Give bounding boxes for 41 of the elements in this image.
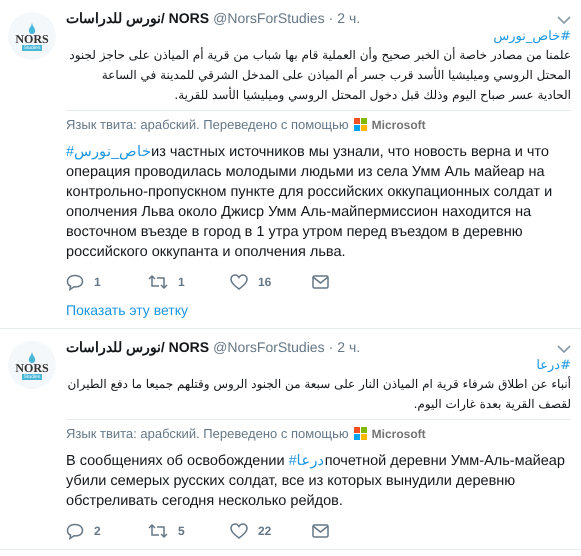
separator-dot: · [328, 10, 334, 26]
drop-icon [28, 22, 36, 34]
separator-dot: · [328, 339, 334, 355]
retweet-icon[interactable] [148, 523, 168, 539]
translator-name[interactable]: Microsoft [372, 118, 426, 132]
tweet-time[interactable]: 2 ч. [337, 339, 360, 355]
like-count: 16 [258, 275, 272, 289]
like-count: 22 [258, 524, 272, 538]
retweet-count: 1 [178, 275, 185, 289]
reply-count: 2 [94, 524, 101, 538]
drop-icon [28, 350, 36, 364]
mail-icon[interactable] [312, 524, 329, 538]
tweet-text: علمنا من مصادر خاصة أن الخبر صحيح وأن العملية قام بها شباب من قرية أم المياذن على حاجز لجنود المحتل الروسي وميليشيا الأسد قرب جسر أم المياذن على المدخل الشرقي للمدينة في الساعة الحادية عسر صباح اليوم وذلك قبل دخول المحتل الروسي وميليشيا الأسد للقرية. [68, 46, 571, 104]
heart-icon[interactable] [230, 274, 248, 290]
windows-logo-icon [354, 427, 367, 440]
author-name[interactable]: نورس للدراسات/ NORS [66, 10, 210, 26]
heart-icon[interactable] [230, 523, 248, 539]
chevron-down-icon[interactable] [557, 345, 571, 353]
author-name[interactable]: نورس للدراسات/ NORS [66, 339, 210, 355]
hashtag-link[interactable]: #درعا [288, 453, 325, 469]
retweet-icon[interactable] [148, 274, 168, 290]
show-thread-link[interactable]: Показать эту ветку [66, 302, 188, 318]
chevron-down-icon[interactable] [557, 16, 571, 24]
logo-text: NORS [15, 32, 49, 44]
translation-note: Язык твита: арабский. Переведено с помощью [66, 426, 349, 441]
tweet-time[interactable]: 2 ч. [337, 10, 360, 26]
hashtag-link[interactable]: #خاص_نورس [493, 29, 571, 44]
author-handle[interactable]: @NorsForStudies [213, 339, 325, 355]
translation-note: Язык твита: арабский. Переведено с помощью [66, 117, 349, 132]
retweet-count: 5 [178, 524, 185, 538]
reply-icon[interactable] [66, 522, 84, 540]
reply-count: 1 [94, 275, 101, 289]
author-handle[interactable]: @NorsForStudies [213, 10, 325, 26]
hashtag-link[interactable]: #درعا [536, 358, 571, 373]
mail-icon[interactable] [312, 275, 329, 289]
tweet-text: أنباء عن اطلاق شرفاء قرية ام المياذن النار على سبعة من الجنود الروس وقتلهم جميعا ما دفع الطيران لقصف القرية بعدة غارات اليوم. [66, 375, 571, 413]
reply-icon[interactable] [66, 274, 84, 290]
logo-text: NORS [15, 362, 49, 374]
hashtag-link[interactable]: #خاص_نورس [66, 144, 152, 160]
windows-logo-icon [354, 118, 367, 131]
translator-name[interactable]: Microsoft [372, 426, 426, 440]
